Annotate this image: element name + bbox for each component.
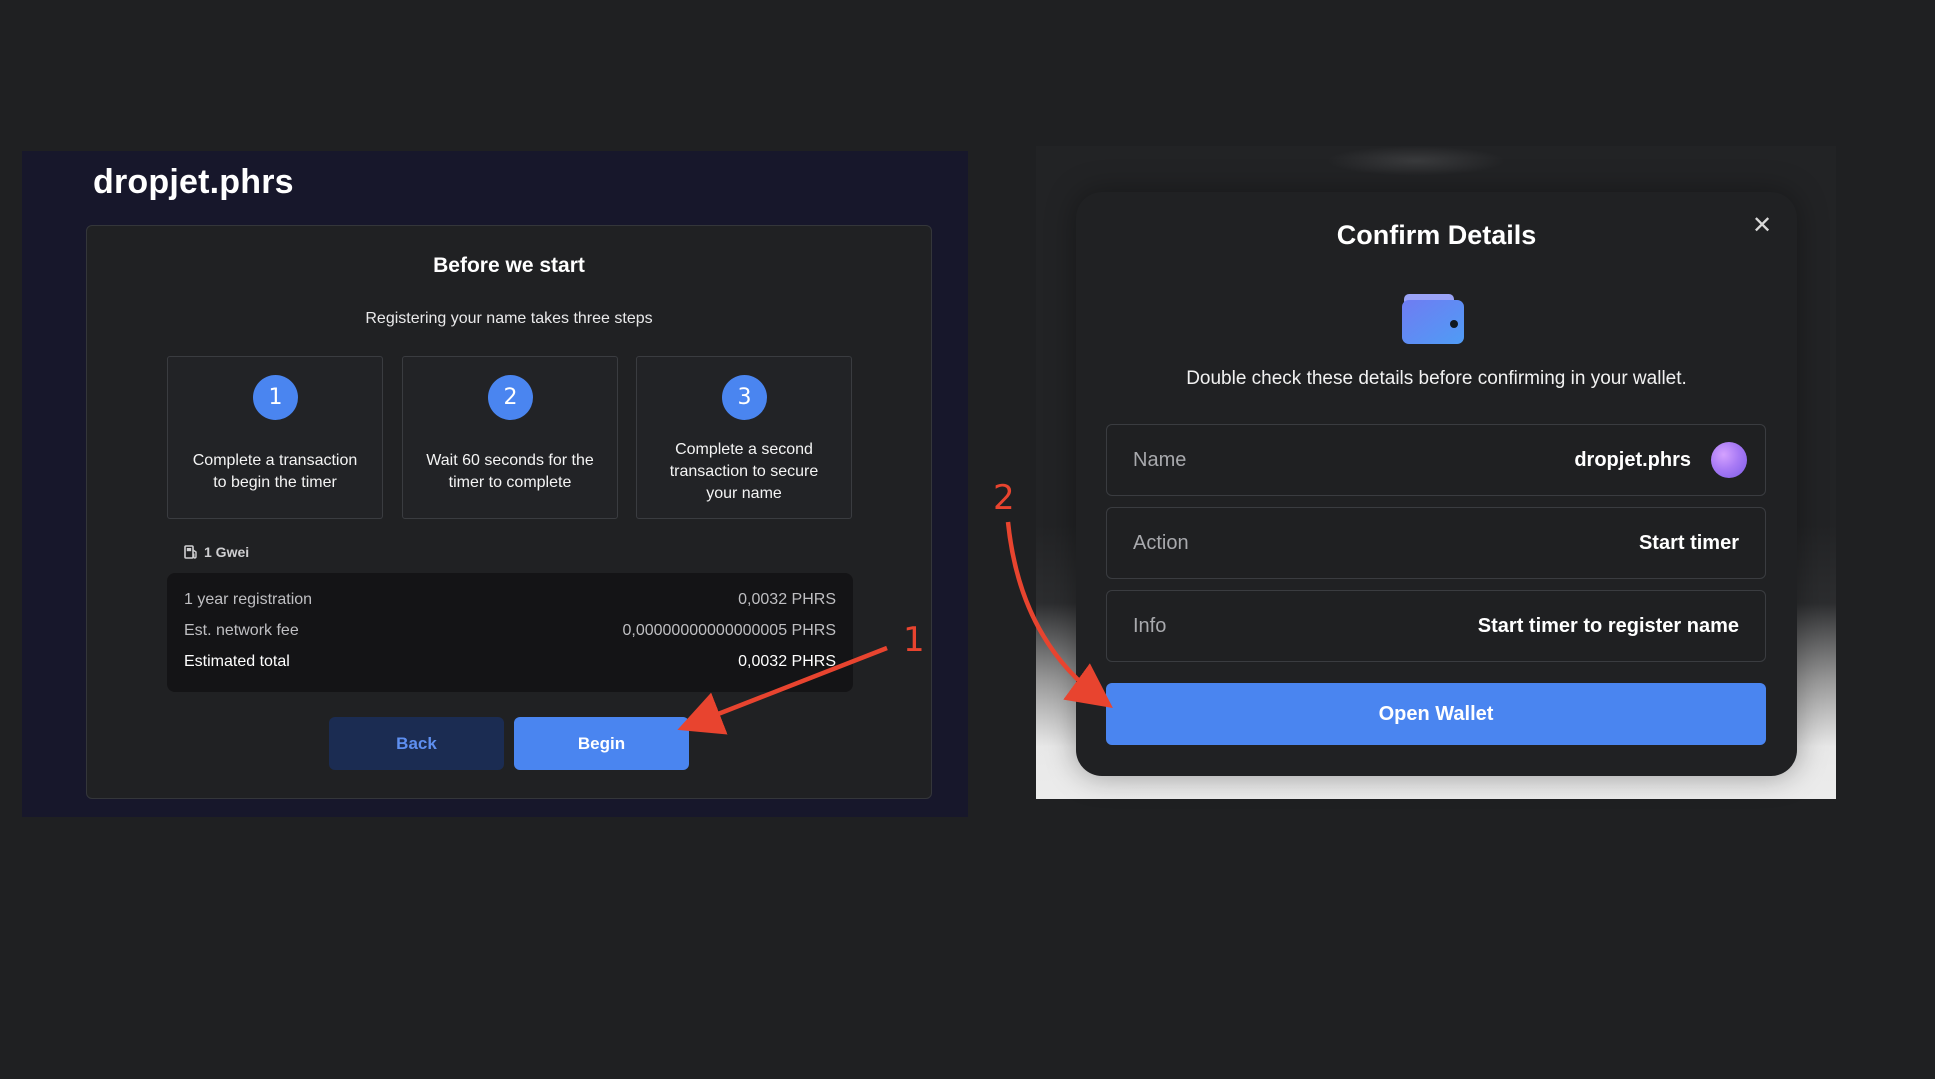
- fee-label: Est. network fee: [184, 622, 299, 639]
- gas-label: 1 Gwei: [204, 544, 250, 560]
- fee-row-total: Estimated total 0,0032 PHRS: [184, 653, 836, 671]
- open-wallet-button[interactable]: Open Wallet: [1106, 683, 1766, 745]
- fee-value: 0,0032 PHRS: [738, 591, 836, 608]
- detail-value: Start timer: [1638, 531, 1739, 554]
- detail-value: dropjet.phrs: [1574, 442, 1747, 478]
- step-card-2: 2 Wait 60 seconds for the timer to compl…: [402, 356, 618, 519]
- step-card-3: 3 Complete a second transaction to secur…: [636, 356, 852, 519]
- background-blur: [1326, 146, 1506, 176]
- step-description: Complete a transaction to begin the time…: [192, 451, 358, 491]
- detail-label: Name: [1133, 448, 1187, 471]
- detail-label: Action: [1133, 531, 1189, 554]
- card-heading: Before we start: [433, 254, 585, 277]
- modal-title: Confirm Details: [1336, 220, 1537, 250]
- step-number-badge: 1: [253, 375, 298, 420]
- detail-value: Start timer to register name: [1477, 614, 1739, 637]
- before-we-start-card: Before we start Registering your name ta…: [86, 225, 932, 799]
- annotation-number-2: 2: [993, 478, 1015, 518]
- detail-row-action: Action Start timer: [1106, 507, 1766, 579]
- step-number-badge: 3: [722, 375, 767, 420]
- fee-row-network: Est. network fee 0,00000000000000005 PHR…: [184, 622, 836, 640]
- fee-label: Estimated total: [184, 653, 290, 670]
- card-subheading: Registering your name takes three steps: [365, 310, 653, 327]
- wallet-icon: [1402, 294, 1464, 344]
- name-value: dropjet.phrs: [1574, 448, 1691, 471]
- confirm-details-modal: Confirm Details ✕ Double check these det…: [1076, 192, 1797, 776]
- annotation-number-1: 1: [903, 620, 925, 660]
- detail-row-name: Name dropjet.phrs: [1106, 424, 1766, 496]
- steps-list: 1 Complete a transaction to begin the ti…: [167, 356, 853, 519]
- site-title: dropjet.phrs: [93, 163, 294, 201]
- fee-value: 0,00000000000000005 PHRS: [622, 622, 836, 639]
- step-card-1: 1 Complete a transaction to begin the ti…: [167, 356, 383, 519]
- fee-row-registration: 1 year registration 0,0032 PHRS: [184, 591, 836, 609]
- step-description: Complete a second transaction to secure …: [669, 440, 819, 502]
- fee-summary: 1 year registration 0,0032 PHRS Est. net…: [167, 573, 853, 692]
- close-icon[interactable]: ✕: [1749, 212, 1775, 238]
- detail-label: Info: [1133, 614, 1167, 637]
- back-button[interactable]: Back: [329, 717, 504, 770]
- step-description: Wait 60 seconds for the timer to complet…: [426, 451, 594, 491]
- fee-label: 1 year registration: [184, 591, 313, 608]
- registration-panel: dropjet.phrs Before we start Registering…: [22, 151, 968, 817]
- fee-value: 0,0032 PHRS: [738, 653, 836, 670]
- confirm-panel: Confirm Details ✕ Double check these det…: [1036, 146, 1836, 799]
- gas-price: 1 Gwei: [183, 544, 249, 560]
- gas-pump-icon: [184, 545, 197, 559]
- detail-row-info: Info Start timer to register name: [1106, 590, 1766, 662]
- avatar: [1711, 442, 1747, 478]
- step-number-badge: 2: [488, 375, 533, 420]
- begin-button[interactable]: Begin: [514, 717, 689, 770]
- modal-description: Double check these details before confir…: [1186, 368, 1687, 389]
